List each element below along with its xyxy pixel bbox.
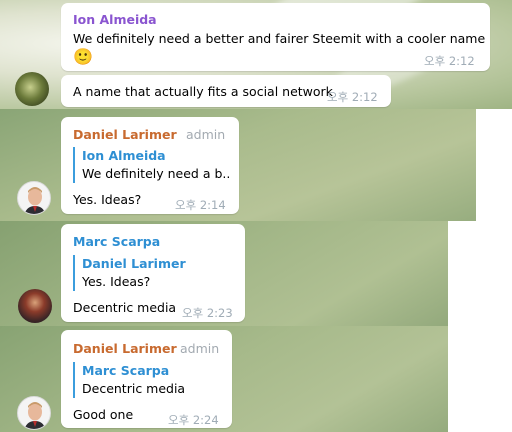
avatar-daniel-larimer[interactable] xyxy=(17,396,51,430)
avatar-ion-almeida[interactable] xyxy=(15,72,49,106)
message-time: 오후 2:24 xyxy=(168,413,219,427)
admin-badge: admin xyxy=(180,341,220,356)
chat-panel-3: Marc Scarpa Daniel Larimer Yes. Ideas? D… xyxy=(0,221,448,326)
chat-panel-1: Ion Almeida We definitely need a better … xyxy=(0,0,512,109)
message-time: 오후 2:14 xyxy=(175,198,226,212)
message-bubble[interactable]: A name that actually fits a social netwo… xyxy=(61,75,391,107)
smile-emoji-icon: 🙂 xyxy=(73,47,93,66)
message-time: 오후 2:23 xyxy=(182,306,233,320)
reply-quote[interactable]: Daniel Larimer Yes. Ideas? xyxy=(73,255,235,291)
message-bubble[interactable]: Daniel Larimer admin Marc Scarpa Decentr… xyxy=(61,330,232,428)
message-text: Yes. Ideas? xyxy=(73,192,142,207)
message-text: Good one xyxy=(73,407,134,422)
message-time: 오후 2:12 xyxy=(424,54,475,68)
chat-panel-2: Daniel Larimer admin Ion Almeida We defi… xyxy=(0,109,476,221)
person-icon xyxy=(24,402,46,429)
reply-text: Yes. Ideas? xyxy=(82,274,151,289)
avatar-marc-scarpa[interactable] xyxy=(18,289,52,323)
sender-name[interactable]: Ion Almeida xyxy=(73,12,157,27)
message-time: 오후 2:12 xyxy=(327,90,378,104)
avatar-daniel-larimer[interactable] xyxy=(17,181,51,215)
reply-sender: Daniel Larimer xyxy=(82,256,186,271)
message-text: Decentric media xyxy=(73,300,177,315)
reply-sender: Marc Scarpa xyxy=(82,363,170,378)
reply-quote[interactable]: Ion Almeida We definitely need a b... xyxy=(73,147,231,183)
message-text: We definitely need a better and fairer S… xyxy=(73,31,486,46)
sender-name[interactable]: Daniel Larimer xyxy=(73,127,177,142)
sender-name[interactable]: Marc Scarpa xyxy=(73,234,160,249)
sender-name[interactable]: Daniel Larimer xyxy=(73,341,177,356)
message-bubble[interactable]: Ion Almeida We definitely need a better … xyxy=(61,3,490,71)
message-bubble[interactable]: Marc Scarpa Daniel Larimer Yes. Ideas? D… xyxy=(61,224,245,322)
reply-sender: Ion Almeida xyxy=(82,148,166,163)
reply-quote[interactable]: Marc Scarpa Decentric media xyxy=(73,362,223,398)
reply-text: Decentric media xyxy=(82,381,186,396)
message-bubble[interactable]: Daniel Larimer admin Ion Almeida We defi… xyxy=(61,117,239,214)
message-text: A name that actually fits a social netwo… xyxy=(73,84,333,99)
chat-panel-4: Daniel Larimer admin Marc Scarpa Decentr… xyxy=(0,326,448,432)
reply-text: We definitely need a b... xyxy=(82,166,231,181)
admin-badge: admin xyxy=(186,127,226,142)
person-icon xyxy=(24,187,46,214)
